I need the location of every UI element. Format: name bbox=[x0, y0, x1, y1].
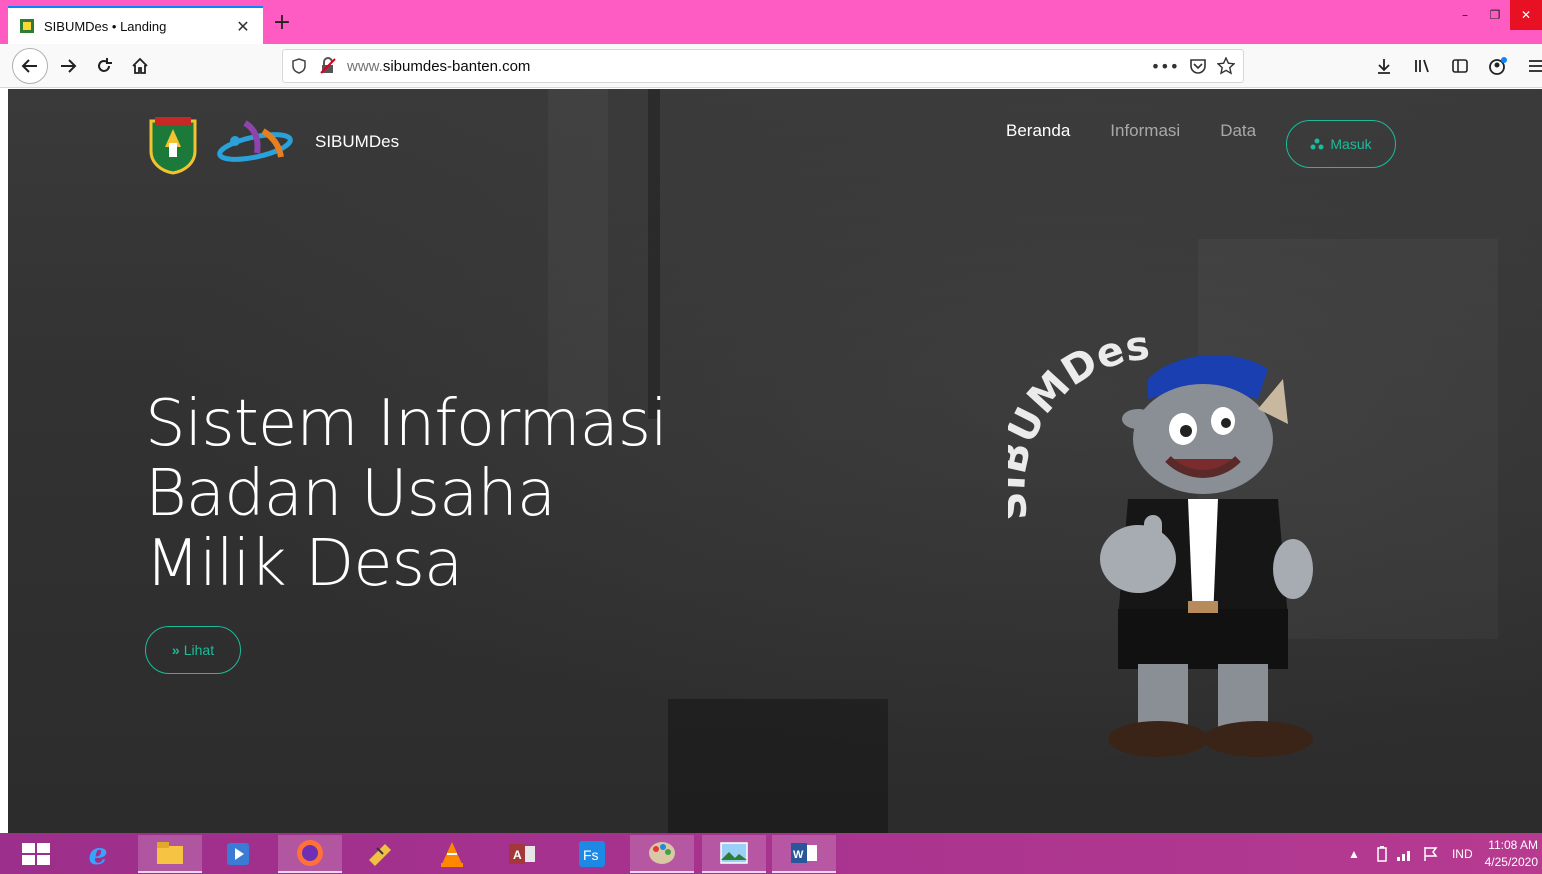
window-controls: – ❐ ✕ bbox=[1450, 0, 1542, 30]
taskbar-app-winamp[interactable] bbox=[348, 835, 412, 873]
sidebar-button[interactable] bbox=[1444, 50, 1476, 82]
taskbar-app-file-explorer[interactable] bbox=[138, 835, 202, 873]
library-button[interactable] bbox=[1406, 50, 1438, 82]
insecure-lock-icon[interactable] bbox=[319, 57, 337, 75]
taskbar-app-vlc[interactable] bbox=[420, 835, 484, 873]
rhino-mascot-illustration: SIBUMDes bbox=[1008, 323, 1313, 757]
svg-text:W: W bbox=[793, 849, 804, 861]
access-icon: A bbox=[509, 844, 535, 864]
tab-close-icon[interactable]: ✕ bbox=[233, 17, 253, 36]
landing-page: SIBUMDes Beranda Informasi Data Masuk Si… bbox=[8, 89, 1542, 833]
background-decoration bbox=[648, 89, 660, 419]
hero-title-line: Milik Desa bbox=[145, 527, 463, 601]
main-navigation: Beranda Informasi Data bbox=[1006, 121, 1296, 141]
hero-title-line: Sistem Informasi bbox=[145, 387, 668, 461]
windows-start-icon[interactable] bbox=[14, 839, 58, 869]
forward-arrow-icon bbox=[61, 59, 77, 73]
address-bar[interactable]: www.sibumdes-banten.com ••• bbox=[282, 49, 1244, 83]
nav-link-beranda[interactable]: Beranda bbox=[1006, 121, 1070, 141]
view-button[interactable]: » Lihat bbox=[145, 626, 241, 674]
action-center-flag-icon[interactable] bbox=[1422, 846, 1440, 862]
menu-button[interactable] bbox=[1520, 50, 1542, 82]
battery-icon[interactable] bbox=[1376, 845, 1388, 862]
hero-title: Sistem Informasi Badan Usaha Milik Desa bbox=[145, 389, 705, 599]
account-button[interactable] bbox=[1482, 50, 1514, 82]
reload-icon bbox=[98, 58, 112, 72]
signal-icon[interactable] bbox=[1396, 847, 1414, 861]
site-favicon-icon bbox=[20, 19, 34, 33]
browser-toolbar: www.sibumdes-banten.com ••• bbox=[0, 44, 1542, 88]
clock-date: 4/25/2020 bbox=[1484, 854, 1538, 869]
hero-title-line: Badan Usaha bbox=[145, 457, 556, 531]
shield-icon[interactable] bbox=[291, 58, 307, 74]
double-chevron-right-icon: » bbox=[171, 642, 180, 658]
sidebar-icon bbox=[1452, 59, 1468, 73]
internet-explorer-icon: e bbox=[88, 836, 108, 872]
tab-strip: SIBUMDes • Landing ✕ + – ❐ ✕ bbox=[0, 0, 1542, 44]
site-brand[interactable]: SIBUMDes bbox=[145, 113, 399, 175]
login-icon bbox=[1310, 138, 1324, 150]
firefox-icon bbox=[297, 840, 323, 866]
download-icon bbox=[1378, 59, 1390, 74]
svg-text:A: A bbox=[513, 848, 522, 862]
bookmark-star-icon[interactable] bbox=[1217, 57, 1235, 75]
banten-emblem-logo bbox=[149, 117, 197, 175]
nav-link-data[interactable]: Data bbox=[1220, 121, 1256, 141]
taskbar-app-paint[interactable] bbox=[630, 835, 694, 873]
back-button[interactable] bbox=[12, 48, 48, 84]
back-arrow-icon bbox=[21, 59, 37, 73]
background-decoration bbox=[548, 89, 608, 419]
taskbar-app-access[interactable]: A bbox=[490, 835, 554, 873]
reload-button[interactable] bbox=[88, 50, 120, 82]
word-icon: W bbox=[791, 843, 817, 863]
new-tab-button[interactable]: + bbox=[268, 10, 296, 38]
show-hidden-icons-icon[interactable]: ▲ bbox=[1348, 847, 1360, 861]
close-window-button[interactable]: ✕ bbox=[1510, 0, 1542, 30]
view-button-label: Lihat bbox=[183, 642, 215, 658]
windows-taskbar: e A Fs W ▲ IND 11:08 AM 4/25/2020 bbox=[0, 833, 1542, 874]
url-text[interactable]: www.sibumdes-banten.com bbox=[347, 58, 1151, 75]
nav-link-informasi[interactable]: Informasi bbox=[1110, 121, 1180, 141]
brand-name: SIBUMDes bbox=[315, 132, 400, 151]
restore-button[interactable]: ❐ bbox=[1480, 0, 1510, 30]
page-actions-icon[interactable]: ••• bbox=[1151, 57, 1179, 76]
svg-text:Fs: Fs bbox=[583, 847, 599, 863]
paint-icon bbox=[649, 842, 675, 864]
taskbar-app-media-player[interactable] bbox=[206, 835, 270, 873]
photo-viewer-icon bbox=[720, 842, 748, 864]
taskbar-app-fs[interactable]: Fs bbox=[560, 835, 624, 873]
downloads-button[interactable] bbox=[1368, 50, 1400, 82]
library-icon bbox=[1415, 59, 1429, 73]
browser-tab-active[interactable]: SIBUMDes • Landing ✕ bbox=[8, 6, 263, 44]
system-clock[interactable]: 11:08 AM 4/25/2020 bbox=[1485, 837, 1538, 871]
hamburger-icon bbox=[1529, 60, 1542, 72]
taskbar-app-ie[interactable]: e bbox=[66, 835, 130, 873]
clock-time: 11:08 AM bbox=[1488, 837, 1538, 852]
fs-app-icon: Fs bbox=[579, 841, 605, 867]
account-icon bbox=[1489, 57, 1507, 75]
taskbar-app-firefox[interactable] bbox=[278, 835, 342, 873]
vlc-icon bbox=[441, 842, 463, 867]
taskbar-app-photos[interactable] bbox=[702, 835, 766, 873]
media-player-icon bbox=[227, 843, 249, 865]
taskbar-app-word[interactable]: W bbox=[772, 835, 836, 873]
winamp-icon bbox=[369, 844, 391, 866]
tab-title: SIBUMDes • Landing bbox=[44, 18, 167, 34]
system-tray: ▲ IND 11:08 AM 4/25/2020 bbox=[1348, 833, 1542, 874]
background-decoration bbox=[668, 699, 888, 833]
login-button-label: Masuk bbox=[1330, 136, 1372, 152]
login-button[interactable]: Masuk bbox=[1286, 120, 1396, 168]
home-icon bbox=[132, 57, 148, 74]
minimize-button[interactable]: – bbox=[1450, 0, 1480, 30]
home-button[interactable] bbox=[124, 50, 156, 82]
file-explorer-icon bbox=[157, 842, 183, 864]
sibumdes-logo bbox=[217, 120, 293, 162]
input-language[interactable]: IND bbox=[1452, 847, 1473, 861]
forward-button[interactable] bbox=[52, 50, 84, 82]
pocket-icon[interactable] bbox=[1189, 57, 1207, 75]
